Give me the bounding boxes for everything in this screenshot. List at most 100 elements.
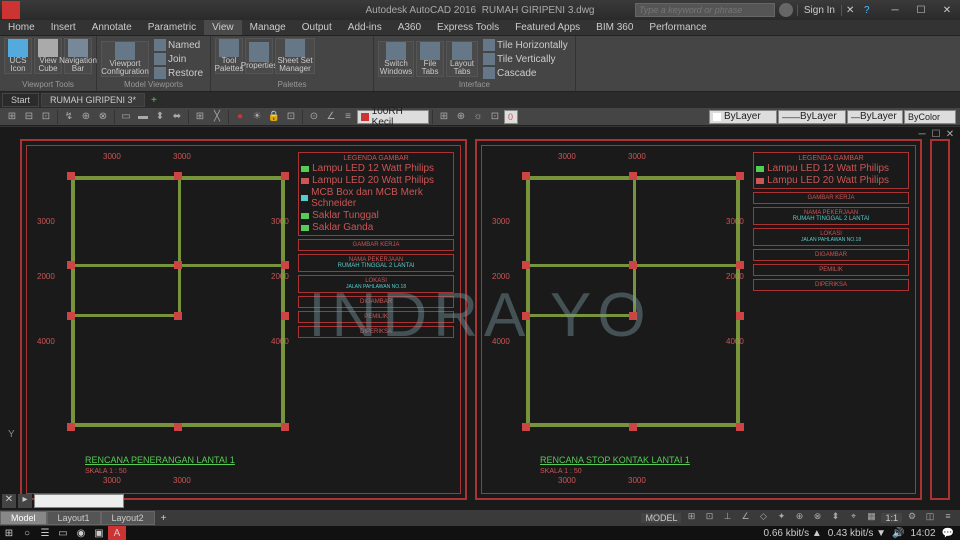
tray-icon[interactable]: 🔊	[892, 528, 904, 539]
tab-bim360[interactable]: BIM 360	[588, 20, 641, 35]
start-tab[interactable]: Start	[2, 93, 39, 107]
ucs-icon-button[interactable]: UCS Icon	[4, 38, 32, 74]
navbar-button[interactable]: Navigation Bar	[64, 38, 92, 74]
zero-combo[interactable]: 0	[504, 110, 518, 124]
explorer-icon[interactable]: ▭	[54, 526, 72, 540]
tool-icon[interactable]: ⊕	[78, 109, 94, 125]
tab-manage[interactable]: Manage	[242, 20, 294, 35]
snap-icon[interactable]: ⊡	[701, 511, 717, 525]
tab-view[interactable]: View	[204, 20, 242, 35]
tile-vert-button[interactable]: Tile Vertically	[480, 52, 571, 66]
tool-icon[interactable]: ⊞	[192, 109, 208, 125]
close-button[interactable]: ✕	[934, 1, 960, 19]
status-icon[interactable]: ⌖	[845, 511, 861, 525]
new-tab-button[interactable]: +	[145, 95, 163, 106]
lineweight-combo[interactable]: — ByLayer	[847, 110, 903, 124]
polar-icon[interactable]: ∠	[737, 511, 753, 525]
tool-icon[interactable]: ⊞	[436, 109, 452, 125]
notification-icon[interactable]: 💬	[942, 528, 954, 539]
search-icon[interactable]: ○	[18, 526, 36, 540]
layout1-tab[interactable]: Layout1	[47, 511, 101, 525]
tab-output[interactable]: Output	[294, 20, 340, 35]
osnap-icon[interactable]: ◇	[755, 511, 771, 525]
join-button[interactable]: Join	[151, 52, 206, 66]
app-icon[interactable]: ▣	[90, 526, 108, 540]
maximize-button[interactable]: ☐	[908, 1, 934, 19]
status-icon[interactable]: ⊕	[791, 511, 807, 525]
space-toggle[interactable]: MODEL	[641, 513, 681, 523]
tool-icon[interactable]: ∠	[323, 109, 339, 125]
color-combo[interactable]: ByLayer	[709, 110, 777, 124]
model-tab[interactable]: Model	[0, 511, 47, 525]
tool-icon[interactable]: ⬍	[152, 109, 168, 125]
layout2-tab[interactable]: Layout2	[101, 511, 155, 525]
scale-button[interactable]: 1:1	[881, 513, 902, 523]
status-icon[interactable]: ⊗	[809, 511, 825, 525]
drawing-canvas[interactable]: ─ ☐ ✕ INDRA YO Y 3000 3000 3000 2000 400…	[0, 127, 960, 510]
tool-icon[interactable]: ⊗	[95, 109, 111, 125]
command-input[interactable]	[34, 494, 124, 508]
tool-icon[interactable]: ≡	[340, 109, 356, 125]
tab-performance[interactable]: Performance	[641, 20, 714, 35]
status-icon[interactable]: ▦	[863, 511, 879, 525]
tab-annotate[interactable]: Annotate	[84, 20, 140, 35]
tool-icon[interactable]: ↯	[61, 109, 77, 125]
minimize-button[interactable]: ─	[882, 1, 908, 19]
exchange-icon[interactable]: ✕	[846, 5, 860, 16]
tool-icon[interactable]: ☼	[470, 109, 486, 125]
tool-icon[interactable]: ▭	[118, 109, 134, 125]
layer-icon[interactable]: 🔒	[266, 109, 282, 125]
layout-tabs-button[interactable]: Layout Tabs	[446, 41, 478, 77]
tool-icon[interactable]: ⊞	[4, 109, 20, 125]
new-layout-button[interactable]: +	[155, 513, 173, 524]
viewcube-button[interactable]: View Cube	[34, 38, 62, 74]
tool-icon[interactable]: ▬	[135, 109, 151, 125]
browser-icon[interactable]: ◉	[72, 526, 90, 540]
tool-icon[interactable]: ⊡	[487, 109, 503, 125]
customize-icon[interactable]: ≡	[940, 511, 956, 525]
tab-insert[interactable]: Insert	[43, 20, 84, 35]
help-icon[interactable]: ?	[864, 5, 878, 16]
tool-icon[interactable]: ⬌	[169, 109, 185, 125]
tool-icon[interactable]: ╳	[209, 109, 225, 125]
cmd-close-icon[interactable]: ✕	[2, 494, 16, 508]
start-button[interactable]: ⊞	[0, 526, 18, 540]
named-button[interactable]: Named	[151, 38, 206, 52]
signin-avatar-icon[interactable]	[779, 3, 793, 17]
gear-icon[interactable]: ⚙	[904, 511, 920, 525]
tab-express[interactable]: Express Tools	[429, 20, 507, 35]
app-logo-icon[interactable]	[2, 1, 20, 19]
cascade-button[interactable]: Cascade	[480, 66, 571, 80]
file-tabs-button[interactable]: File Tabs	[416, 41, 444, 77]
plotstyle-combo[interactable]: ByColor	[904, 110, 956, 124]
layer-icon[interactable]: ⊡	[283, 109, 299, 125]
tab-featured[interactable]: Featured Apps	[507, 20, 588, 35]
layer-combo[interactable]: 100RH Kecil	[357, 110, 429, 124]
switch-windows-button[interactable]: Switch Windows	[378, 41, 414, 77]
status-icon[interactable]: ✦	[773, 511, 789, 525]
sign-in-button[interactable]: Sign In	[797, 5, 842, 16]
sheetset-button[interactable]: Sheet Set Manager	[275, 38, 315, 74]
viewport-config-button[interactable]: Viewport Configuration	[101, 41, 149, 77]
status-icon[interactable]: ◫	[922, 511, 938, 525]
properties-button[interactable]: Properties	[245, 38, 273, 74]
grid-icon[interactable]: ⊞	[683, 511, 699, 525]
file-tab[interactable]: RUMAH GIRIPENI 3*	[41, 93, 145, 107]
ortho-icon[interactable]: ⊥	[719, 511, 735, 525]
tab-home[interactable]: Home	[0, 20, 43, 35]
tile-horiz-button[interactable]: Tile Horizontally	[480, 38, 571, 52]
linetype-combo[interactable]: —— ByLayer	[778, 110, 846, 124]
tool-icon[interactable]: ⊕	[453, 109, 469, 125]
tool-icon[interactable]: ⊙	[306, 109, 322, 125]
tool-icon[interactable]: ⊟	[21, 109, 37, 125]
cmd-prompt-icon[interactable]: ▸	[18, 494, 32, 508]
autocad-icon[interactable]: A	[108, 526, 126, 540]
layer-icon[interactable]: ●	[232, 109, 248, 125]
taskview-icon[interactable]: ☰	[36, 526, 54, 540]
layer-icon[interactable]: ☀	[249, 109, 265, 125]
tab-addins[interactable]: Add-ins	[340, 20, 390, 35]
tab-a360[interactable]: A360	[390, 20, 429, 35]
tool-palettes-button[interactable]: Tool Palettes	[215, 38, 243, 74]
status-icon[interactable]: ⬍	[827, 511, 843, 525]
tab-parametric[interactable]: Parametric	[140, 20, 204, 35]
